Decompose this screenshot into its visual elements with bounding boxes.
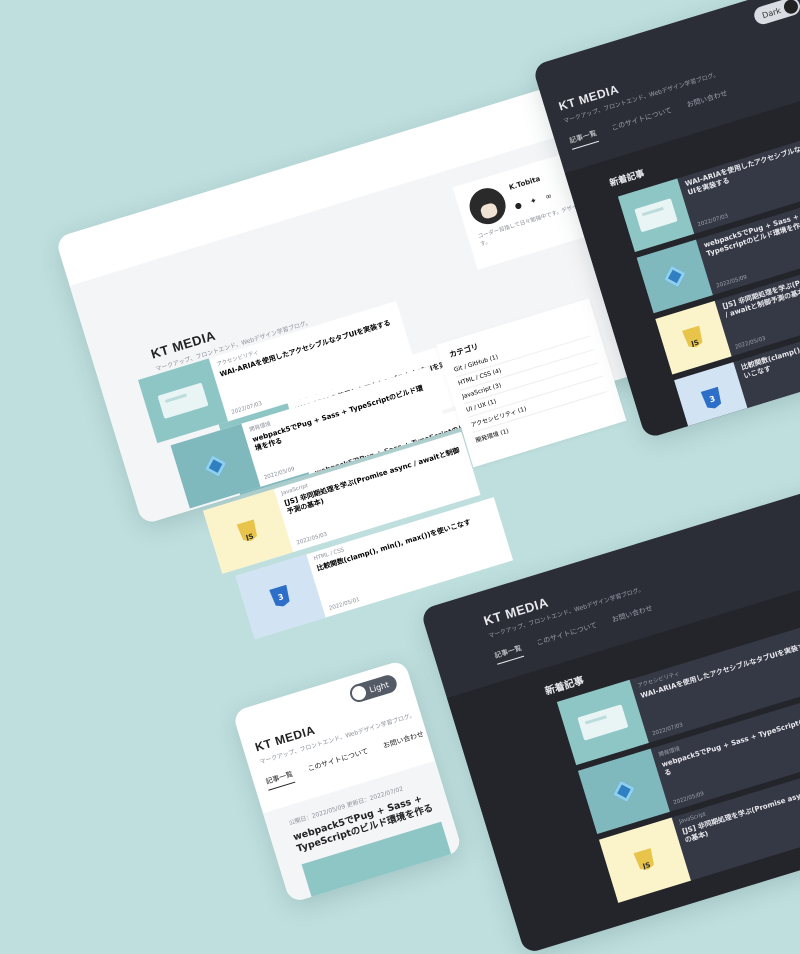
toggle-knob bbox=[782, 0, 800, 16]
nav-contact[interactable]: お問い合わせ bbox=[382, 729, 426, 755]
nav-articles[interactable]: 記事一覧 bbox=[493, 643, 525, 665]
avatar bbox=[465, 183, 511, 229]
nav-articles[interactable]: 記事一覧 bbox=[264, 769, 296, 791]
nav-contact[interactable]: お問い合わせ bbox=[611, 603, 655, 629]
nav-articles[interactable]: 記事一覧 bbox=[568, 128, 600, 150]
nav-contact[interactable]: お問い合わせ bbox=[686, 88, 730, 114]
nav-about[interactable]: このサイトについて bbox=[535, 620, 599, 652]
theme-toggle[interactable]: Dark bbox=[752, 0, 800, 27]
twitter-icon[interactable]: ✦ bbox=[529, 196, 538, 207]
light-mobile-screen: Light KT MEDIA マークアップ、フロントエンド、Webデザイン学習ブ… bbox=[232, 659, 463, 904]
toggle-label: Light bbox=[368, 679, 390, 695]
nav-about[interactable]: このサイトについて bbox=[610, 105, 674, 137]
toggle-knob bbox=[350, 684, 368, 702]
mockup-scene: Light KT MEDIA マークアップ、フロントエンド、Webデザイン学習ブ… bbox=[0, 0, 800, 954]
github-icon[interactable]: ● bbox=[514, 200, 523, 211]
toggle-label: Dark bbox=[760, 5, 782, 20]
link-icon[interactable]: ∞ bbox=[544, 191, 553, 202]
nav-about[interactable]: このサイトについて bbox=[307, 746, 371, 778]
